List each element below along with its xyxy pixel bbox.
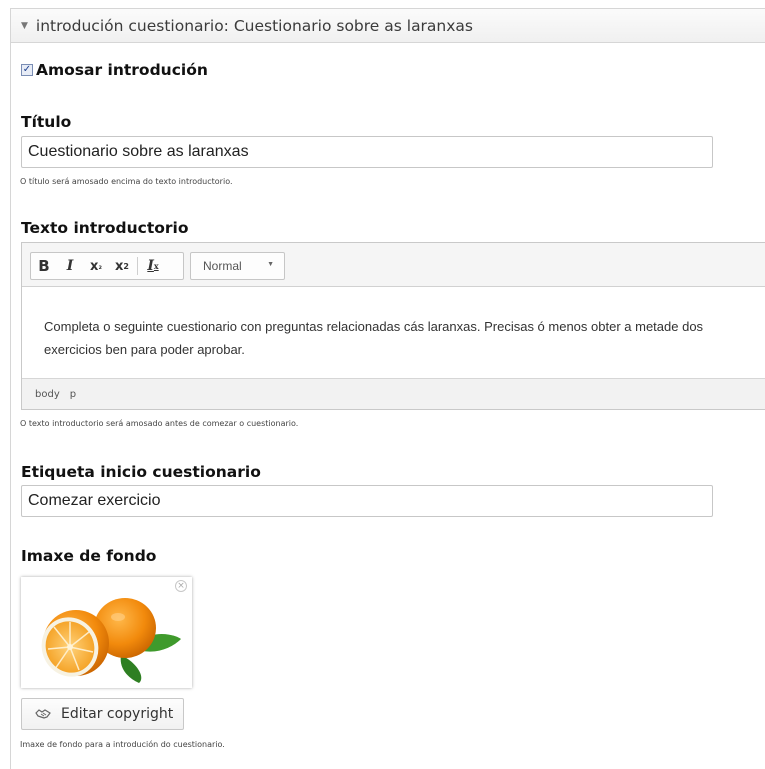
edit-copyright-label: Editar copyright	[61, 706, 174, 722]
start-label-label: Etiqueta inicio cuestionario	[21, 463, 261, 481]
handshake-icon	[35, 709, 51, 719]
remove-format-button[interactable]: Ix	[140, 253, 166, 279]
format-select[interactable]: Normal ▼	[190, 252, 285, 280]
superscript-button[interactable]: x2	[109, 253, 135, 279]
format-select-value: Normal	[203, 259, 242, 273]
title-input[interactable]: Cuestionario sobre as laranxas	[21, 136, 713, 168]
subscript-glyph: x	[90, 258, 99, 274]
toolbar-separator	[137, 257, 138, 275]
superscript-glyph: x	[115, 258, 124, 274]
show-intro-label: Amosar introdución	[36, 61, 208, 79]
show-intro-row[interactable]: ✓ Amosar introdución	[21, 61, 208, 79]
path-p[interactable]: p	[70, 389, 76, 400]
remove-image-icon[interactable]: ×	[175, 580, 187, 592]
background-image-help: Imaxe de fondo para a introdución do cue…	[20, 740, 225, 749]
italic-button[interactable]: I	[57, 253, 83, 279]
title-help: O título será amosado encima do texto in…	[20, 177, 233, 186]
show-intro-checkbox[interactable]: ✓	[21, 64, 33, 76]
section-header[interactable]: ▼ introdución cuestionario: Cuestionario…	[11, 9, 765, 43]
start-label-input[interactable]: Comezar exercicio	[21, 485, 713, 517]
section-title: introdución cuestionario: Cuestionario s…	[35, 16, 474, 35]
editor-toolbar: B I x₂ x2 Ix Normal ▼	[22, 243, 765, 287]
oranges-image	[41, 598, 181, 683]
chevron-down-icon: ▼	[267, 261, 274, 268]
collapse-triangle-icon[interactable]: ▼	[21, 21, 28, 31]
subscript-button[interactable]: x₂	[83, 253, 109, 279]
edit-copyright-button[interactable]: Editar copyright	[21, 698, 184, 730]
background-image-label: Imaxe de fondo	[21, 547, 157, 565]
editor-elements-path: body p	[22, 378, 765, 409]
basic-styles-group: B I x₂ x2 Ix	[30, 252, 184, 280]
title-label: Título	[21, 113, 72, 131]
editor-content[interactable]: Completa o seguinte cuestionario con pre…	[22, 287, 765, 378]
rich-text-editor: B I x₂ x2 Ix Normal ▼ Completa o seguint…	[21, 242, 765, 410]
bold-button[interactable]: B	[31, 253, 57, 279]
background-image-thumbnail[interactable]: ×	[21, 577, 192, 688]
path-body[interactable]: body	[35, 389, 60, 400]
intro-text-label: Texto introductorio	[21, 219, 189, 237]
intro-text-help: O texto introductorio será amosado antes…	[20, 419, 299, 428]
intro-section: ▼ introdución cuestionario: Cuestionario…	[10, 8, 765, 769]
